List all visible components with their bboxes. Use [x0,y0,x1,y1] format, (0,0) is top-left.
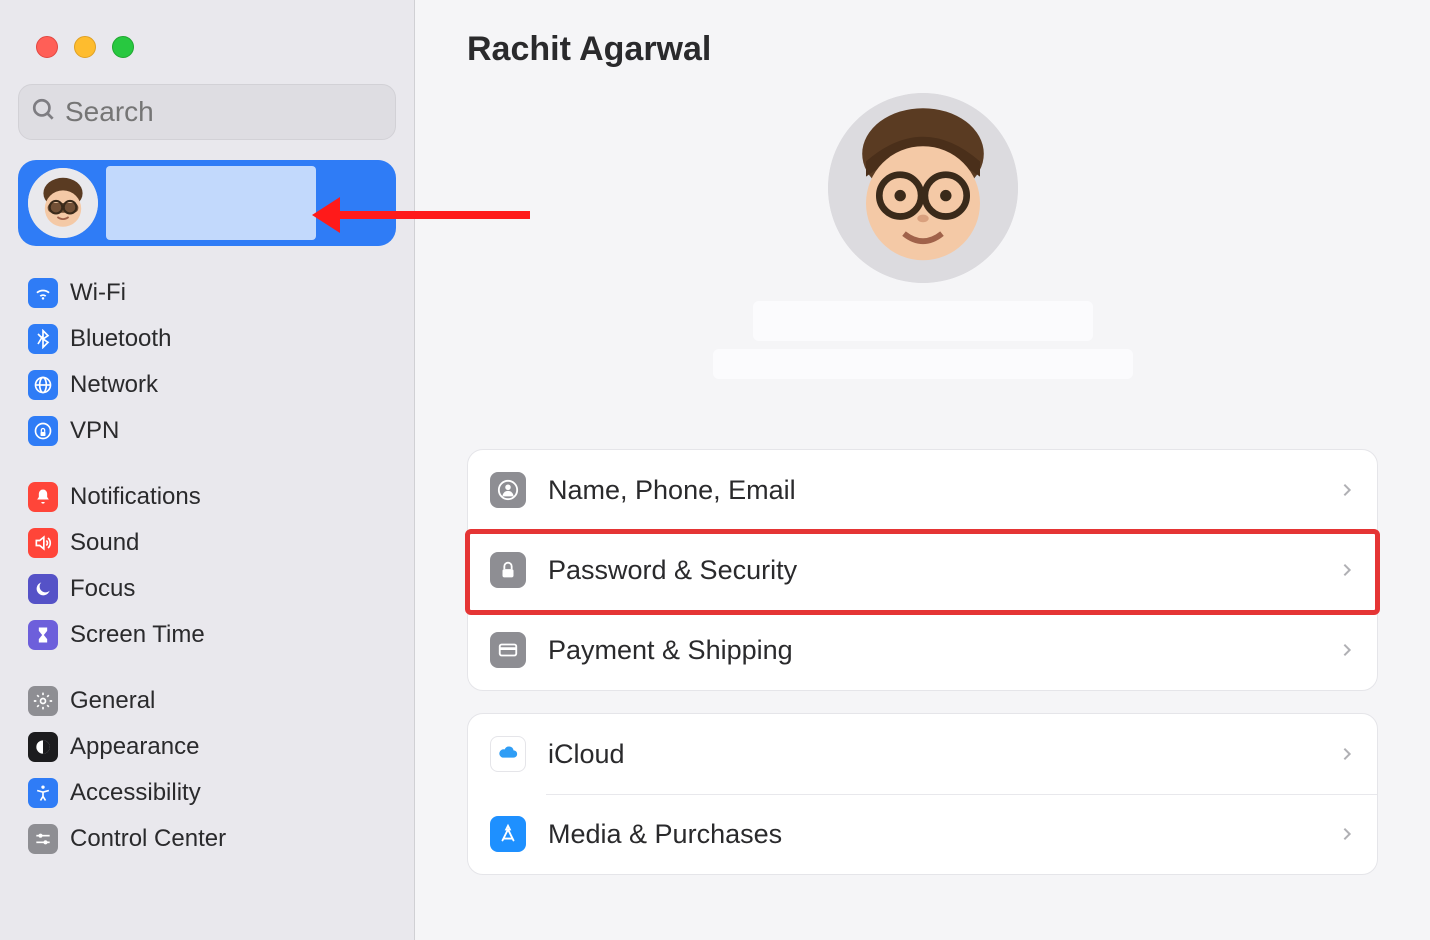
sidebar-item-label: Bluetooth [70,325,171,353]
sidebar-item-label: Screen Time [70,621,205,649]
chevron-right-icon [1339,826,1355,842]
hourglass-icon [28,620,58,650]
row-label: Name, Phone, Email [548,475,1339,506]
sidebar-item-network[interactable]: Network [18,362,396,408]
row-label: Password & Security [548,555,1339,586]
moon-icon [28,574,58,604]
accessibility-icon [28,778,58,808]
close-button[interactable] [36,36,58,58]
chevron-right-icon [1339,642,1355,658]
sidebar-item-vpn[interactable]: VPN [18,408,396,454]
row-payment-shipping[interactable]: Payment & Shipping [468,610,1377,690]
sidebar-group-network: Wi-Fi Bluetooth Network VPN [18,270,396,454]
appearance-icon [28,732,58,762]
sidebar-item-label: Sound [70,529,139,557]
profile-name-redacted [753,301,1093,341]
sidebar-item-label: Wi-Fi [70,279,126,307]
sidebar-item-wifi[interactable]: Wi-Fi [18,270,396,316]
sidebar: Wi-Fi Bluetooth Network VPN Notification… [0,0,415,940]
sidebar-item-accessibility[interactable]: Accessibility [18,770,396,816]
sidebar-group-alerts: Notifications Sound Focus Screen Time [18,474,396,658]
sidebar-item-label: Control Center [70,825,226,853]
wifi-icon [28,278,58,308]
icloud-icon [490,736,526,772]
globe-icon [28,370,58,400]
sidebar-item-label: Notifications [70,483,201,511]
settings-group-services: iCloud Media & Purchases [467,713,1378,875]
speaker-icon [28,528,58,558]
sidebar-item-label: VPN [70,417,119,445]
sidebar-item-label: Appearance [70,733,199,761]
vpn-icon [28,416,58,446]
profile-header [467,93,1378,379]
sidebar-item-label: Accessibility [70,779,201,807]
search-input[interactable] [65,96,383,128]
settings-group-account: Name, Phone, Email Password & Security P… [467,449,1378,691]
row-label: Media & Purchases [548,819,1339,850]
lock-icon [490,552,526,588]
sliders-icon [28,824,58,854]
minimize-button[interactable] [74,36,96,58]
account-avatar [28,168,98,238]
sidebar-account-tile[interactable] [18,160,396,246]
window-controls [18,0,396,84]
sidebar-item-label: General [70,687,155,715]
chevron-right-icon [1339,746,1355,762]
contact-card-icon [490,472,526,508]
appstore-icon [490,816,526,852]
profile-avatar[interactable] [828,93,1018,283]
fullscreen-button[interactable] [112,36,134,58]
sidebar-item-general[interactable]: General [18,678,396,724]
sidebar-item-notifications[interactable]: Notifications [18,474,396,520]
chevron-right-icon [1339,482,1355,498]
row-media-purchases[interactable]: Media & Purchases [468,794,1377,874]
sidebar-item-controlcenter[interactable]: Control Center [18,816,396,862]
sidebar-item-label: Focus [70,575,135,603]
page-title: Rachit Agarwal [467,30,1378,69]
gear-icon [28,686,58,716]
sidebar-item-screentime[interactable]: Screen Time [18,612,396,658]
search-icon [31,97,57,128]
sidebar-item-appearance[interactable]: Appearance [18,724,396,770]
sidebar-group-system: General Appearance Accessibility Control… [18,678,396,862]
bell-icon [28,482,58,512]
profile-email-redacted [713,349,1133,379]
credit-card-icon [490,632,526,668]
sidebar-item-label: Network [70,371,158,399]
sidebar-item-focus[interactable]: Focus [18,566,396,612]
bluetooth-icon [28,324,58,354]
account-name-redacted [106,166,316,240]
row-name-phone-email[interactable]: Name, Phone, Email [468,450,1377,530]
row-icloud[interactable]: iCloud [468,714,1377,794]
sidebar-item-bluetooth[interactable]: Bluetooth [18,316,396,362]
settings-window: Wi-Fi Bluetooth Network VPN Notification… [0,0,1430,940]
chevron-right-icon [1339,562,1355,578]
search-field[interactable] [18,84,396,140]
main-content: Rachit Agarwal Name, Phone, Email Passwo… [415,0,1430,940]
row-label: iCloud [548,739,1339,770]
sidebar-item-sound[interactable]: Sound [18,520,396,566]
row-password-security[interactable]: Password & Security [468,530,1377,610]
row-label: Payment & Shipping [548,635,1339,666]
